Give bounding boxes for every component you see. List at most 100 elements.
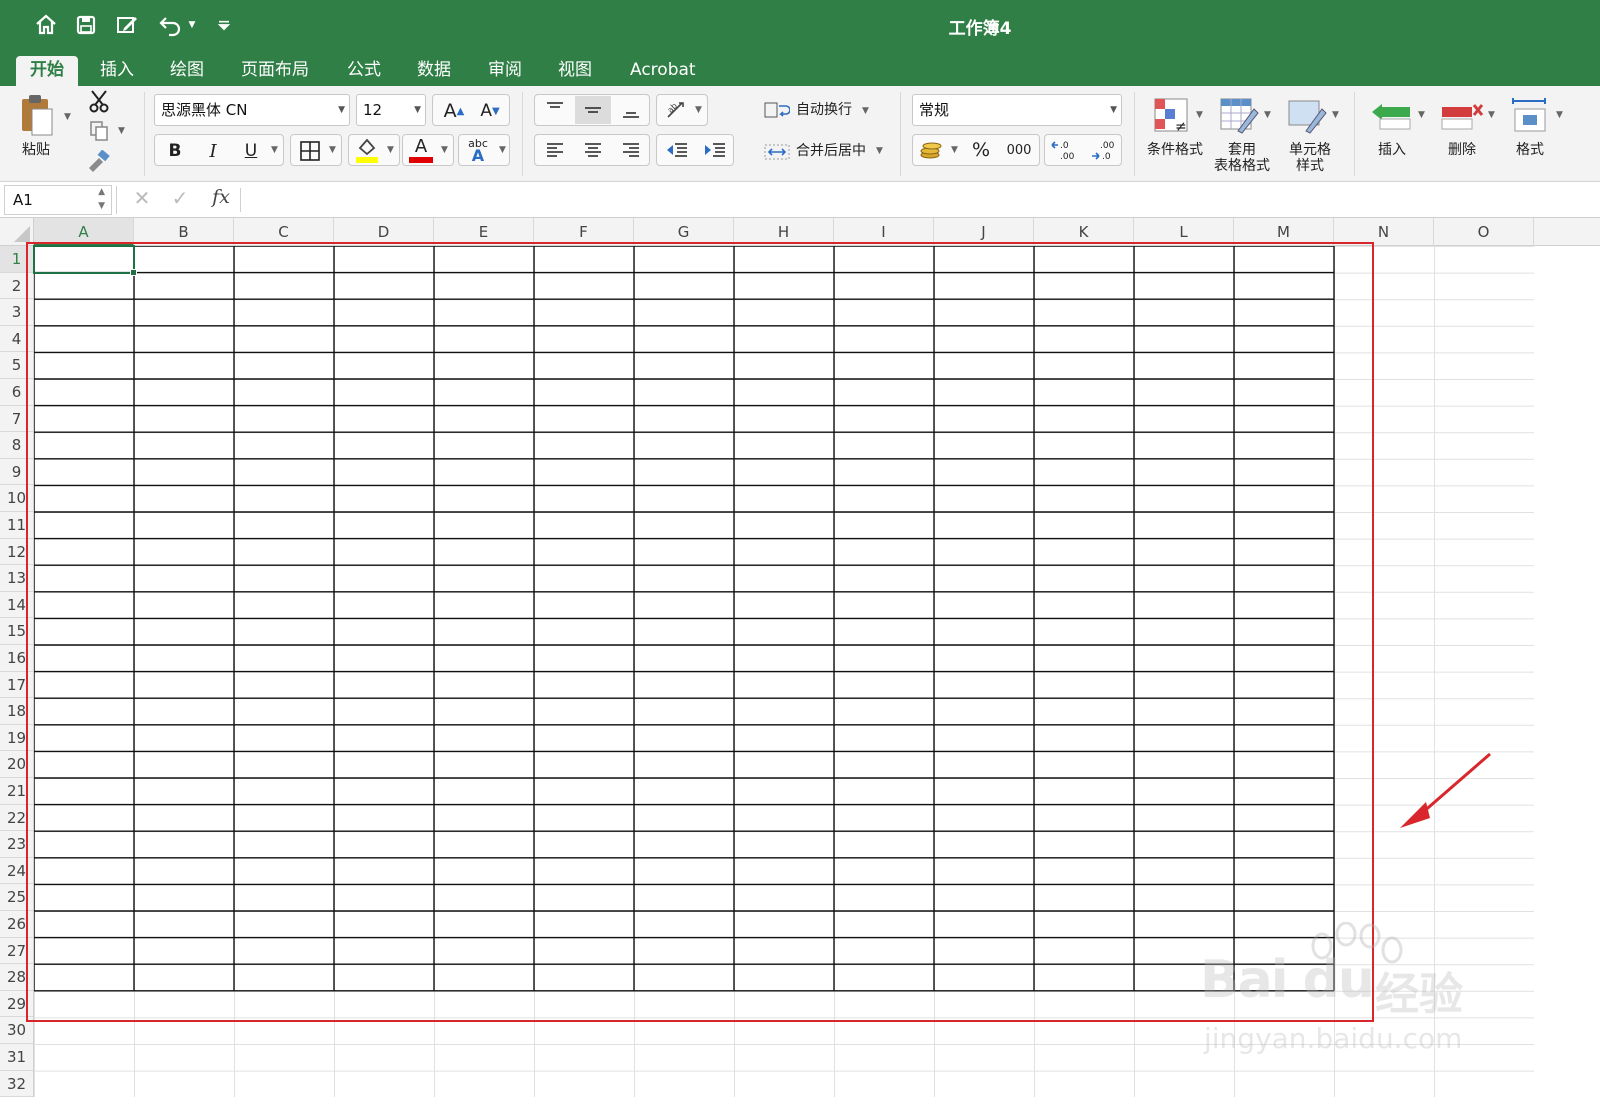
- percent-style-button[interactable]: %: [965, 136, 997, 164]
- cut-icon[interactable]: [86, 88, 112, 114]
- number-format-value: 常规: [919, 101, 950, 119]
- phonetic-group: abc A ▼: [458, 134, 510, 166]
- number-style-group: ▼ % 000: [912, 134, 1040, 166]
- copy-dropdown-icon[interactable]: ▼: [118, 126, 125, 136]
- italic-button[interactable]: I: [197, 137, 229, 165]
- cell-styles-dropdown-icon[interactable]: ▼: [1332, 110, 1339, 120]
- tab-draw[interactable]: 绘图: [156, 56, 218, 86]
- copy-icon[interactable]: [86, 118, 112, 144]
- svg-text:.0: .0: [1102, 152, 1111, 162]
- undo-icon[interactable]: [156, 10, 184, 40]
- merge-center-label[interactable]: 合并后居中: [796, 143, 870, 159]
- edit-document-icon[interactable]: [112, 10, 142, 40]
- font-size-select[interactable]: 12 ▼: [356, 94, 426, 126]
- decrease-font-size-icon[interactable]: A ▼: [473, 97, 507, 125]
- name-box-stepper-icon[interactable]: ▲ ▼: [98, 185, 105, 213]
- tab-view[interactable]: 视图: [544, 56, 606, 86]
- merge-center-dropdown-icon[interactable]: ▼: [876, 146, 883, 156]
- format-painter-icon[interactable]: [86, 148, 112, 174]
- orientation-dropdown-icon[interactable]: ▼: [695, 105, 702, 115]
- column-header-o[interactable]: O: [1434, 218, 1534, 246]
- align-right-icon[interactable]: [613, 136, 649, 164]
- tab-data[interactable]: 数据: [403, 56, 465, 86]
- format-cells-label[interactable]: 格式: [1506, 142, 1554, 158]
- format-cells-icon[interactable]: [1506, 92, 1554, 138]
- cancel-icon[interactable]: ✕: [130, 186, 154, 214]
- accounting-format-icon[interactable]: [915, 136, 947, 164]
- conditional-format-icon[interactable]: ≠: [1148, 92, 1194, 138]
- conditional-format-label[interactable]: 条件格式: [1142, 142, 1208, 158]
- underline-dropdown-icon[interactable]: ▼: [271, 145, 278, 155]
- insert-function-button[interactable]: fx: [206, 186, 236, 214]
- wrap-text-icon[interactable]: [762, 96, 792, 124]
- insert-cells-icon[interactable]: [1368, 92, 1416, 138]
- tab-formulas[interactable]: 公式: [333, 56, 395, 86]
- enter-icon[interactable]: ✓: [168, 186, 192, 214]
- decrease-indent-icon[interactable]: [659, 136, 695, 164]
- formula-input[interactable]: [250, 186, 1590, 214]
- delete-cells-icon[interactable]: [1438, 92, 1486, 138]
- number-format-select[interactable]: 常规 ▼: [912, 94, 1122, 126]
- increase-decimal-icon[interactable]: .0.00: [1047, 136, 1083, 164]
- font-size-dropdown-icon[interactable]: ▼: [414, 95, 421, 125]
- delete-cells-dropdown-icon[interactable]: ▼: [1488, 110, 1495, 120]
- phonetic-dropdown-icon[interactable]: ▼: [499, 145, 506, 155]
- font-color-dropdown-icon[interactable]: ▼: [441, 145, 448, 155]
- bold-button[interactable]: B: [159, 137, 191, 165]
- delete-cells-label[interactable]: 删除: [1438, 142, 1486, 158]
- undo-dropdown-icon[interactable]: ▼: [186, 10, 198, 40]
- indent-group: [656, 134, 734, 166]
- text-orientation-icon[interactable]: ab: [659, 96, 693, 124]
- highlight-box: [26, 242, 1374, 1022]
- name-box[interactable]: A1 ▲ ▼: [4, 185, 112, 215]
- font-name-dropdown-icon[interactable]: ▼: [338, 95, 345, 125]
- tab-page-layout[interactable]: 页面布局: [227, 56, 323, 86]
- accounting-dropdown-icon[interactable]: ▼: [951, 145, 958, 155]
- decrease-decimal-icon[interactable]: .00.0: [1085, 136, 1121, 164]
- tab-home[interactable]: 开始: [16, 56, 78, 86]
- insert-cells-label[interactable]: 插入: [1368, 142, 1416, 158]
- paste-button[interactable]: [14, 92, 58, 140]
- font-name-value: 思源黑体 CN: [161, 101, 248, 119]
- borders-icon[interactable]: [295, 137, 325, 165]
- fill-color-icon[interactable]: [351, 135, 383, 165]
- comma-style-button[interactable]: 000: [1001, 136, 1037, 164]
- phonetic-guide-icon[interactable]: abc A: [461, 135, 495, 165]
- align-middle-icon[interactable]: [575, 96, 611, 124]
- number-format-dropdown-icon[interactable]: ▼: [1110, 95, 1117, 125]
- annotation-arrow: [1400, 752, 1491, 828]
- paste-dropdown-icon[interactable]: ▼: [64, 112, 71, 122]
- fill-color-dropdown-icon[interactable]: ▼: [387, 145, 394, 155]
- conditional-format-dropdown-icon[interactable]: ▼: [1196, 110, 1203, 120]
- font-name-select[interactable]: 思源黑体 CN ▼: [154, 94, 350, 126]
- wrap-text-label[interactable]: 自动换行: [796, 102, 856, 118]
- paste-label: 粘贴: [22, 142, 50, 158]
- merge-center-icon[interactable]: [762, 138, 792, 166]
- format-as-table-dropdown-icon[interactable]: ▼: [1264, 110, 1271, 120]
- insert-cells-dropdown-icon[interactable]: ▼: [1418, 110, 1425, 120]
- format-as-table-label[interactable]: 套用 表格格式: [1208, 142, 1276, 174]
- save-icon[interactable]: [72, 10, 100, 40]
- increase-indent-icon[interactable]: [697, 136, 733, 164]
- align-center-icon[interactable]: [575, 136, 611, 164]
- align-top-icon[interactable]: [537, 96, 573, 124]
- cell-styles-icon[interactable]: [1284, 92, 1330, 138]
- format-as-table-icon[interactable]: [1216, 92, 1262, 138]
- row-header-31[interactable]: 31: [0, 1044, 33, 1071]
- home-icon[interactable]: [32, 10, 60, 40]
- row-header-32[interactable]: 32: [0, 1071, 33, 1098]
- customize-toolbar-icon[interactable]: [214, 10, 234, 40]
- align-left-icon[interactable]: [537, 136, 573, 164]
- name-box-value: A1: [13, 191, 33, 209]
- tab-insert[interactable]: 插入: [86, 56, 148, 86]
- tab-acrobat[interactable]: Acrobat: [616, 56, 710, 86]
- wrap-text-dropdown-icon[interactable]: ▼: [862, 106, 869, 116]
- align-bottom-icon[interactable]: [613, 96, 649, 124]
- increase-font-size-icon[interactable]: A ▲: [437, 97, 471, 125]
- cell-styles-label[interactable]: 单元格 样式: [1278, 142, 1342, 174]
- underline-button[interactable]: U: [235, 137, 267, 165]
- format-cells-dropdown-icon[interactable]: ▼: [1556, 110, 1563, 120]
- font-color-icon[interactable]: A: [405, 135, 437, 165]
- tab-review[interactable]: 审阅: [474, 56, 536, 86]
- borders-dropdown-icon[interactable]: ▼: [329, 145, 336, 155]
